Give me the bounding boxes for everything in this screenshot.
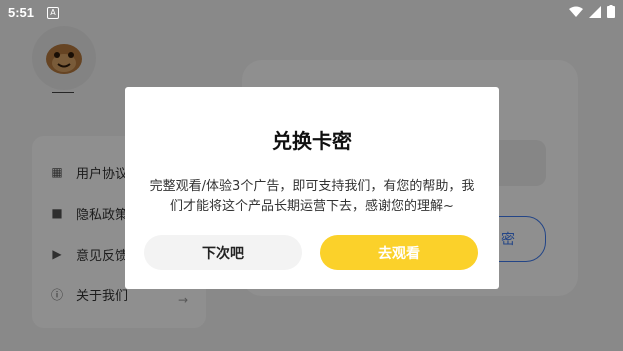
watch-button[interactable]: 去观看 (320, 235, 478, 270)
status-bar: 5:51 A (0, 0, 623, 26)
dialog-title: 兑换卡密 (272, 129, 352, 153)
cancel-button[interactable]: 下次吧 (144, 235, 302, 270)
redeem-dialog: 兑换卡密 完整观看/体验3个广告，即可支持我们，有您的帮助，我们才能将这个产品长… (125, 87, 499, 289)
battery-icon (607, 5, 615, 18)
wifi-icon (569, 6, 583, 17)
signal-icon (589, 5, 601, 18)
status-time: 5:51 (8, 5, 35, 20)
dialog-message: 完整观看/体验3个广告，即可支持我们，有您的帮助，我们才能将这个产品长期运营下去… (149, 179, 475, 214)
notification-icon: A (47, 7, 59, 19)
system-icons (569, 5, 615, 18)
